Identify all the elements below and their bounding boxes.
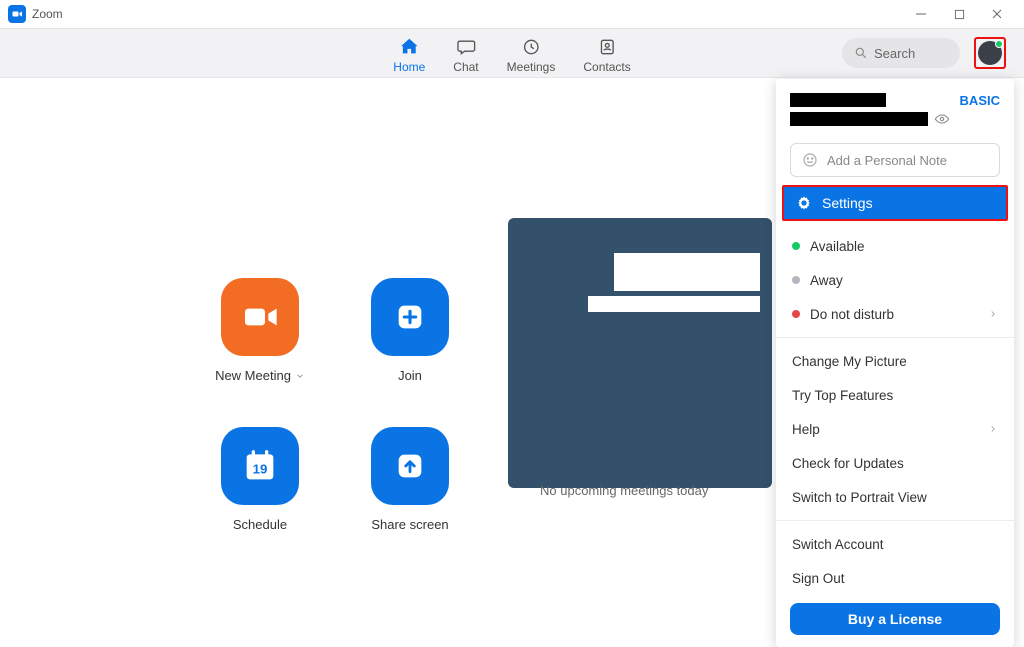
menu-item-label: Help [792,422,820,437]
menu-item-label: Try Top Features [792,388,893,403]
gear-icon [796,195,812,211]
redacted-block [614,253,760,291]
window-controls [902,0,1016,28]
chevron-down-icon[interactable] [295,371,305,381]
action-label: Share screen [371,517,448,532]
presence-indicator [995,40,1003,48]
menu-item-label: Switch to Portrait View [792,490,927,505]
menu-item-label: Switch Account [792,537,884,552]
personal-note-input[interactable]: Add a Personal Note [790,143,1000,177]
share-icon [371,427,449,505]
search-input[interactable]: Search [842,38,960,68]
window-close-button[interactable] [978,0,1016,28]
window-minimize-button[interactable] [902,0,940,28]
menu-separator [776,337,1014,338]
search-icon [854,46,868,60]
menu-item-label: Settings [822,195,873,211]
chevron-right-icon [988,424,998,434]
menu-item-label: Away [810,273,843,288]
window-titlebar: Zoom [0,0,1024,28]
menu-try-top-features[interactable]: Try Top Features [776,378,1014,412]
status-dot-gray [792,276,800,284]
profile-menu: BASIC Add a Personal Note Settings Avail… [776,79,1014,647]
nav-home[interactable]: Home [393,33,425,74]
action-label: New Meeting [215,368,291,383]
menu-separator [776,520,1014,521]
menu-item-label: Change My Picture [792,354,907,369]
plus-icon [371,278,449,356]
nav-label: Chat [453,60,478,74]
zoom-app-icon [8,5,26,23]
account-type-badge: BASIC [960,93,1000,127]
calendar-icon: 19 [221,427,299,505]
nav-chat[interactable]: Chat [453,33,478,74]
chevron-right-icon [988,309,998,319]
redacted-block [588,296,760,312]
profile-avatar-button[interactable] [974,37,1006,69]
window-title: Zoom [32,7,63,21]
contacts-icon [597,36,617,58]
avatar [978,41,1002,65]
menu-switch-portrait[interactable]: Switch to Portrait View [776,480,1014,514]
chat-icon [456,36,476,58]
menu-item-label: Available [810,239,865,254]
status-away[interactable]: Away [776,263,1014,297]
nav-label: Home [393,60,425,74]
home-icon [398,36,420,58]
nav-label: Meetings [507,60,556,74]
window-maximize-button[interactable] [940,0,978,28]
redacted-user-email [790,112,928,126]
nav-label: Contacts [583,60,630,74]
clock-icon [521,36,541,58]
join-button[interactable]: Join [340,278,480,383]
status-dot-red [792,310,800,318]
top-toolbar: Home Chat Meetings Contacts Search [0,28,1024,78]
schedule-button[interactable]: 19 Schedule [190,427,330,532]
nav-contacts[interactable]: Contacts [583,33,630,74]
status-available[interactable]: Available [776,229,1014,263]
menu-check-updates[interactable]: Check for Updates [776,446,1014,480]
menu-header: BASIC [776,89,1014,135]
svg-text:19: 19 [253,462,268,477]
action-label: Schedule [233,517,287,532]
menu-sign-out[interactable]: Sign Out [776,561,1014,595]
status-dot-green [792,242,800,250]
new-meeting-button[interactable]: New Meeting [190,278,330,383]
menu-switch-account[interactable]: Switch Account [776,527,1014,561]
no-upcoming-text: No upcoming meetings today [540,483,708,498]
main-nav: Home Chat Meetings Contacts [393,33,630,74]
redacted-user-name [790,93,886,107]
menu-item-label: Do not disturb [810,307,894,322]
action-label: Join [398,368,422,383]
personal-note-placeholder: Add a Personal Note [827,153,947,168]
menu-item-label: Check for Updates [792,456,904,471]
eye-icon[interactable] [934,111,950,127]
video-icon [221,278,299,356]
status-dnd[interactable]: Do not disturb [776,297,1014,331]
share-screen-button[interactable]: Share screen [340,427,480,532]
menu-help[interactable]: Help [776,412,1014,446]
smile-icon [801,151,819,169]
main-area: New Meeting Join 19 Schedule Share scree… [0,78,1024,602]
menu-item-label: Sign Out [792,571,845,586]
home-actions: New Meeting Join 19 Schedule Share scree… [190,278,480,532]
search-placeholder: Search [874,46,915,61]
buy-license-button[interactable]: Buy a License [790,603,1000,635]
meeting-preview-panel [508,218,772,488]
button-label: Buy a License [848,611,942,627]
nav-meetings[interactable]: Meetings [507,33,556,74]
menu-change-picture[interactable]: Change My Picture [776,344,1014,378]
menu-settings[interactable]: Settings [782,185,1008,221]
